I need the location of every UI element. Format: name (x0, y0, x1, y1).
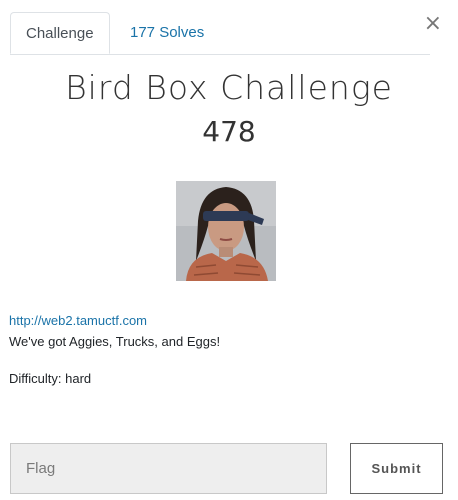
challenge-tabs: Challenge 177 Solves (10, 12, 430, 55)
challenge-points: 478 (202, 115, 256, 148)
challenge-title: Bird Box Challenge (65, 68, 393, 107)
tab-challenge[interactable]: Challenge (10, 12, 110, 54)
tab-solves[interactable]: 177 Solves (115, 12, 219, 53)
challenge-image (176, 181, 276, 281)
description-text: We've got Aggies, Trucks, and Eggs! (9, 334, 221, 349)
challenge-link[interactable]: http://web2.tamuctf.com (9, 310, 449, 331)
blindfolded-person-icon (176, 181, 276, 281)
challenge-description: http://web2.tamuctf.com We've got Aggies… (9, 310, 449, 389)
flag-input[interactable] (10, 443, 327, 494)
challenge-modal: × Challenge 177 Solves Bird Box Challeng… (0, 0, 458, 500)
difficulty-text: Difficulty: hard (9, 371, 92, 386)
submit-button[interactable]: Submit (350, 443, 443, 494)
